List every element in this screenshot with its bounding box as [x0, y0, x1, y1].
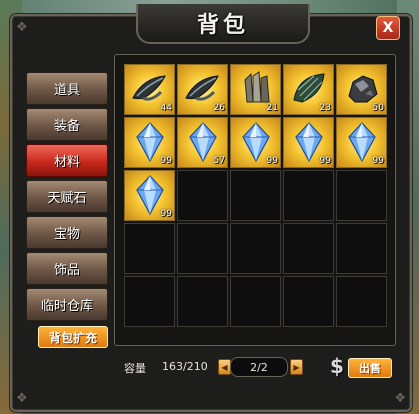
- capacity-label: 容量: [124, 362, 146, 375]
- tab-materials[interactable]: 材料: [26, 144, 108, 177]
- capacity-value: 163/210: [162, 360, 208, 373]
- inventory-slot[interactable]: 99: [283, 117, 334, 168]
- inventory-slot[interactable]: 99: [124, 170, 175, 221]
- item-count: 26: [213, 103, 225, 113]
- inventory-slot[interactable]: 99: [230, 117, 281, 168]
- page-indicator: 2/2: [230, 357, 288, 377]
- inventory-slot[interactable]: 50: [336, 64, 387, 115]
- empty-slot[interactable]: [336, 276, 387, 327]
- corner-ornament-icon: ❖: [16, 20, 28, 35]
- tab-talent-stones[interactable]: 天赋石: [26, 180, 108, 213]
- inventory-slot[interactable]: 57: [177, 117, 228, 168]
- empty-slot[interactable]: [230, 223, 281, 274]
- empty-slot[interactable]: [336, 223, 387, 274]
- empty-slot[interactable]: [283, 223, 334, 274]
- empty-slot[interactable]: [177, 276, 228, 327]
- sell-button[interactable]: 出售: [348, 358, 392, 378]
- tab-accessories[interactable]: 饰品: [26, 252, 108, 285]
- expand-backpack-button[interactable]: 背包扩充: [38, 326, 108, 348]
- corner-ornament-icon: ❖: [16, 391, 28, 406]
- item-count: 99: [372, 156, 384, 166]
- item-count: 99: [160, 209, 172, 219]
- next-page-button[interactable]: ▶: [290, 359, 303, 375]
- backpack-window: 背包 X ❖ ❖ ❖ 道具 装备 材料 天赋石 宝物 饰品 临时仓库 背包扩充 …: [10, 4, 412, 412]
- item-count: 99: [319, 156, 331, 166]
- window-title: 背包: [196, 13, 249, 38]
- tab-label: 天赋石: [47, 191, 87, 206]
- empty-slot[interactable]: [177, 170, 228, 221]
- inventory-slot[interactable]: 44: [124, 64, 175, 115]
- inventory-slot[interactable]: 99: [336, 117, 387, 168]
- tab-treasures[interactable]: 宝物: [26, 216, 108, 249]
- empty-slot[interactable]: [336, 170, 387, 221]
- inventory-grid: 44 26 21 23 50 99 57 99 99 99 99: [124, 64, 387, 327]
- empty-slot[interactable]: [177, 223, 228, 274]
- tab-label: 装备: [53, 119, 80, 134]
- tab-label: 临时仓库: [40, 299, 93, 314]
- inventory-panel: 44 26 21 23 50 99 57 99 99 99 99: [114, 54, 396, 346]
- item-count: 57: [213, 156, 225, 166]
- inventory-slot[interactable]: 99: [124, 117, 175, 168]
- tab-label: 饰品: [53, 263, 80, 278]
- inventory-slot[interactable]: 26: [177, 64, 228, 115]
- inventory-footer: 容量 163/210 ◀ 2/2 ▶ $ 出售: [114, 354, 394, 380]
- inventory-slot[interactable]: 21: [230, 64, 281, 115]
- item-count: 99: [160, 156, 172, 166]
- item-count: 50: [372, 103, 384, 113]
- tab-label: 道具: [53, 83, 80, 98]
- title-plate: 背包: [136, 4, 310, 44]
- inventory-slot[interactable]: 23: [283, 64, 334, 115]
- item-count: 23: [319, 103, 331, 113]
- item-count: 99: [266, 156, 278, 166]
- empty-slot[interactable]: [124, 276, 175, 327]
- close-button[interactable]: X: [376, 16, 400, 40]
- item-count: 44: [160, 103, 172, 113]
- corner-ornament-icon: ❖: [394, 391, 406, 406]
- empty-slot[interactable]: [283, 170, 334, 221]
- empty-slot[interactable]: [230, 276, 281, 327]
- tab-label: 材料: [53, 155, 80, 170]
- empty-slot[interactable]: [230, 170, 281, 221]
- tab-items[interactable]: 道具: [26, 72, 108, 105]
- tab-temp-storage[interactable]: 临时仓库: [26, 288, 108, 321]
- tab-label: 宝物: [53, 227, 80, 242]
- empty-slot[interactable]: [283, 276, 334, 327]
- currency-icon: $: [330, 354, 344, 378]
- item-count: 21: [266, 103, 278, 113]
- tab-equipment[interactable]: 装备: [26, 108, 108, 141]
- empty-slot[interactable]: [124, 223, 175, 274]
